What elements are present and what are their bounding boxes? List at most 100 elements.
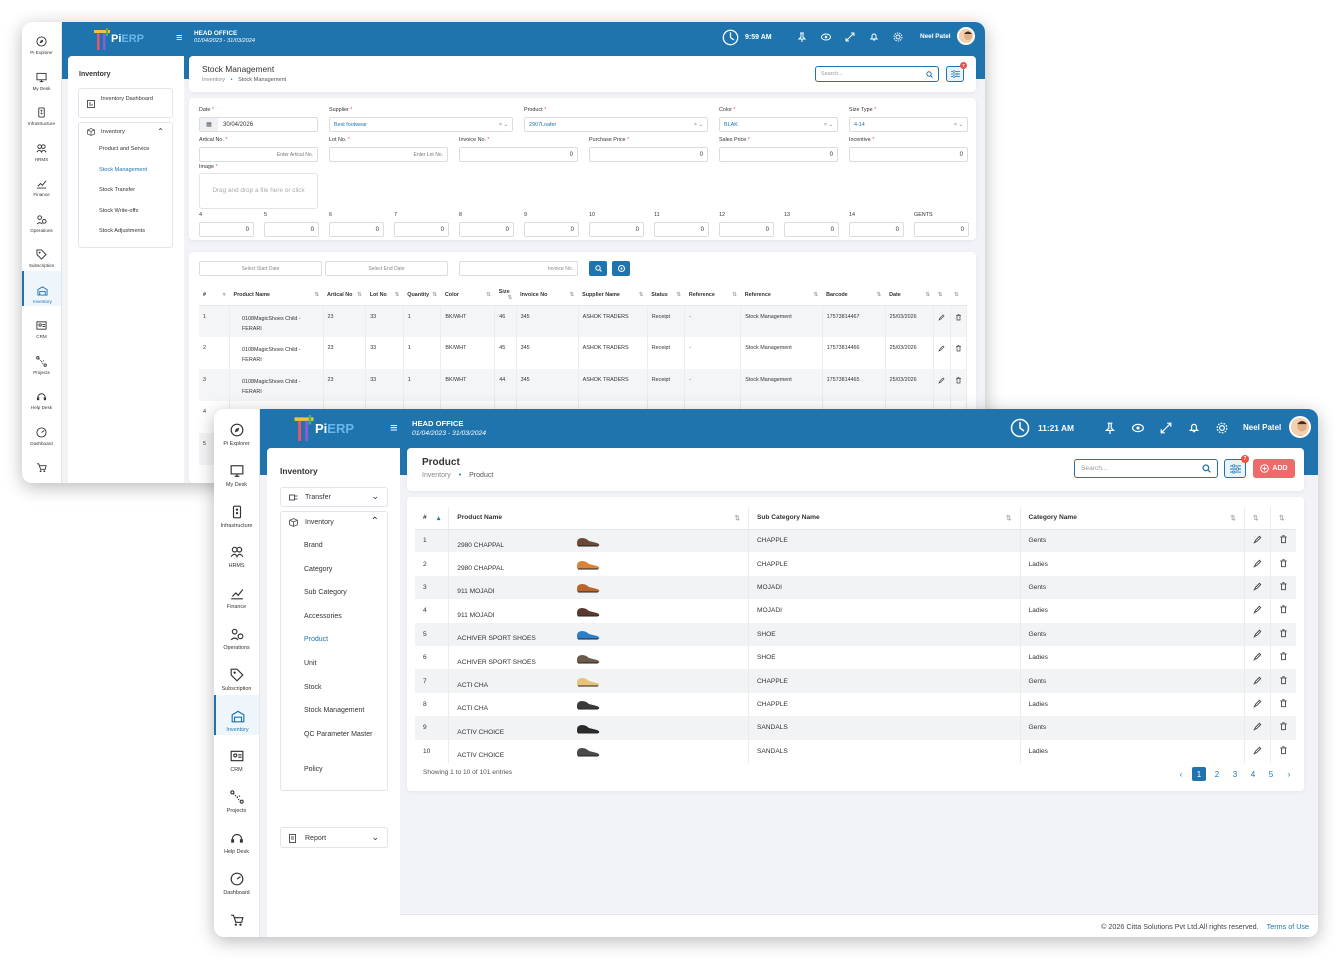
- calendar-icon[interactable]: ▦: [200, 118, 218, 131]
- nav-sub-item-stock-write-offs[interactable]: Stock Write-offs: [99, 208, 149, 229]
- trash-icon[interactable]: [1270, 716, 1296, 740]
- edit-icon[interactable]: [1244, 529, 1271, 553]
- product-select[interactable]: 2907Loafer × ⌄: [524, 117, 708, 132]
- reset-button[interactable]: [612, 261, 630, 276]
- nav-sub-item-accessories[interactable]: Accessories: [304, 611, 379, 635]
- nav-sub-item-unit[interactable]: Unit: [304, 658, 379, 682]
- rail-item-finance[interactable]: Finance: [214, 572, 259, 613]
- rail-item-my-desk[interactable]: My Desk: [22, 58, 61, 94]
- table-row[interactable]: 1 2980 CHAPPAL CHAPPLE Gents: [415, 529, 1296, 553]
- eye-icon[interactable]: [821, 32, 831, 42]
- rail-item-subscription[interactable]: Subscription: [214, 654, 259, 695]
- rail-item-hrms[interactable]: HRMS: [214, 531, 259, 572]
- col-header[interactable]: # ▾: [199, 285, 230, 306]
- size-qty-input[interactable]: 0: [329, 222, 384, 237]
- trash-icon[interactable]: [1270, 622, 1296, 646]
- lot-input[interactable]: Enter Lot No.: [329, 147, 448, 162]
- table-row[interactable]: 8 ACTI CHA CHAPPLE Ladies: [415, 692, 1296, 717]
- trash-icon[interactable]: [950, 305, 968, 337]
- table-row[interactable]: 1 0108MagicShoes Child - FERARI 23 33 1 BK/WH…: [199, 305, 968, 337]
- size-qty-input[interactable]: 0: [199, 222, 254, 237]
- size-qty-input[interactable]: 0: [784, 222, 839, 237]
- chevron-up-icon[interactable]: ⌃: [157, 127, 164, 136]
- rail-item-projects[interactable]: Projects: [22, 342, 61, 378]
- col-header[interactable]: Lot No ⇅: [365, 285, 404, 306]
- edit-icon[interactable]: [1244, 739, 1271, 763]
- col-header[interactable]: Reference ⇅: [684, 285, 741, 306]
- nav-sub-item-product[interactable]: Product: [304, 634, 379, 658]
- rail-item-finance[interactable]: Finance: [22, 164, 61, 200]
- search-input[interactable]: Search...: [815, 66, 939, 82]
- menu-toggle-icon[interactable]: ≡: [390, 420, 398, 435]
- artical-input[interactable]: Enter Artical No.: [199, 147, 318, 162]
- clear-chevron-icon[interactable]: × ⌄: [954, 122, 963, 128]
- table-row[interactable]: 5 ACHIVER SPORT SHOES SHOE Gents: [415, 622, 1296, 646]
- rail-item-inventory[interactable]: Inventory: [214, 694, 259, 736]
- nav-sub-item-policy[interactable]: Policy: [304, 764, 379, 788]
- edit-icon[interactable]: [1244, 692, 1271, 717]
- chevron-down-icon[interactable]: ⌄: [371, 491, 379, 502]
- invoice-input[interactable]: 0: [459, 147, 578, 162]
- pin-icon[interactable]: [797, 32, 807, 42]
- purchase-price-input[interactable]: 0: [589, 147, 708, 162]
- edit-icon[interactable]: [1244, 575, 1271, 600]
- nav-report[interactable]: Report ⌄: [280, 827, 388, 848]
- rail-item-crm[interactable]: CRM: [214, 735, 259, 776]
- edit-icon[interactable]: [933, 337, 951, 369]
- sort-icon[interactable]: ⇅: [676, 292, 681, 298]
- rail-item-projects[interactable]: Projects: [214, 776, 259, 817]
- col-header[interactable]: Date ⇅: [885, 285, 934, 306]
- expand-icon[interactable]: [1160, 422, 1172, 434]
- col-product-name[interactable]: Product Name ⇅: [448, 507, 749, 530]
- size-qty-input[interactable]: 0: [394, 222, 449, 237]
- sort-icon[interactable]: ⇅: [639, 292, 644, 298]
- edit-icon[interactable]: [1244, 552, 1271, 576]
- rail-item-cart[interactable]: [22, 448, 61, 473]
- rail-item-cart[interactable]: [214, 899, 259, 926]
- edit-icon[interactable]: [1244, 716, 1271, 740]
- image-dropzone[interactable]: Drag and drop a file here or click: [199, 173, 318, 209]
- rail-item-operations[interactable]: Operations: [214, 613, 259, 654]
- next-page-button[interactable]: ›: [1282, 767, 1296, 781]
- sort-icon[interactable]: ⇅: [732, 292, 737, 298]
- breadcrumb-root[interactable]: Inventory: [422, 472, 451, 479]
- table-row[interactable]: 7 ACTI CHA CHAPPLE Gents: [415, 669, 1296, 693]
- size-qty-input[interactable]: 0: [719, 222, 774, 237]
- nav-inventory-header[interactable]: Inventory: [289, 518, 334, 527]
- table-row[interactable]: 3 0108MagicShoes Child - FERARI 23 33 1 BK/WH…: [199, 369, 968, 401]
- chevron-up-icon[interactable]: ⌃: [371, 516, 379, 527]
- sort-icon[interactable]: ⇅: [925, 292, 930, 298]
- rail-item-infrastructure[interactable]: Infrastructure: [22, 93, 61, 129]
- size-qty-input[interactable]: 0: [589, 222, 644, 237]
- date-field[interactable]: ▦ 30/04/2026: [199, 117, 318, 132]
- col-header[interactable]: Barcode ⇅: [822, 285, 886, 306]
- nav-sub-item-stock-adjustments[interactable]: Stock Adjustments: [99, 228, 149, 249]
- nav-sub-item-stock-transfer[interactable]: Stock Transfer: [99, 187, 149, 208]
- col-header[interactable]: Color ⇅: [440, 285, 495, 306]
- edit-icon[interactable]: [1244, 599, 1271, 623]
- clear-chevron-icon[interactable]: × ⌄: [694, 122, 703, 128]
- prev-page-button[interactable]: ‹: [1174, 767, 1188, 781]
- size-qty-input[interactable]: 0: [524, 222, 579, 237]
- gear-icon[interactable]: [1216, 422, 1228, 434]
- rail-item-dashboard[interactable]: Dashboard: [214, 858, 259, 899]
- table-row[interactable]: 3 911 MOJADI MOJADI Gents: [415, 575, 1296, 600]
- add-product-button[interactable]: ADD: [1253, 459, 1295, 478]
- col-header[interactable]: Size ⇅: [494, 285, 517, 306]
- invoice-filter[interactable]: Invoice No.: [459, 261, 578, 276]
- col-header[interactable]: Reference ⇅: [740, 285, 823, 306]
- size-qty-input[interactable]: 0: [459, 222, 514, 237]
- edit-icon[interactable]: [1244, 622, 1271, 646]
- nav-inventory-header[interactable]: Inventory: [87, 128, 125, 136]
- edit-icon[interactable]: [933, 305, 951, 337]
- trash-icon[interactable]: [950, 337, 968, 369]
- col-index[interactable]: # ▴: [415, 507, 450, 530]
- rail-item-dashboard[interactable]: Dashboard: [22, 413, 61, 449]
- col-header[interactable]: Status ⇅: [647, 285, 685, 306]
- col-header[interactable]: Invoice No ⇅: [516, 285, 579, 306]
- terms-link[interactable]: Terms of Use: [1267, 922, 1309, 931]
- rail-item-subscription[interactable]: Subscription: [22, 235, 61, 271]
- rail-item-help-desk[interactable]: Help Desk: [22, 377, 61, 413]
- rail-item-help-desk[interactable]: Help Desk: [214, 817, 259, 858]
- col-sub-category[interactable]: Sub Category Name ⇅: [748, 507, 1021, 530]
